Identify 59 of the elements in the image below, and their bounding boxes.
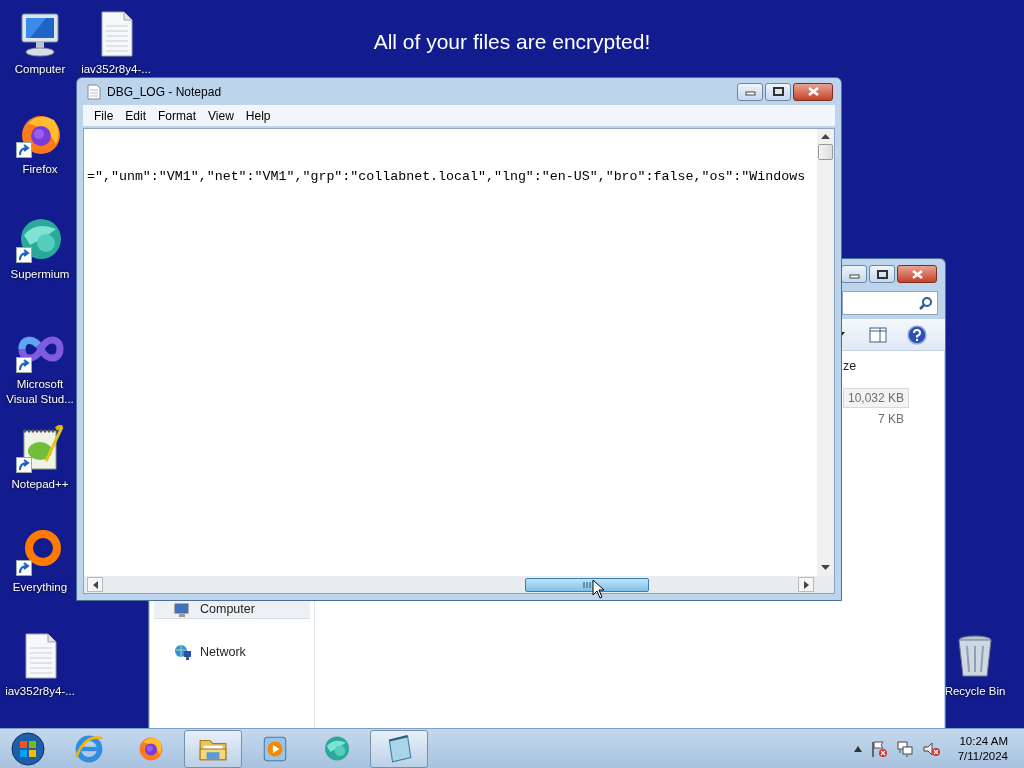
computer-icon — [174, 601, 192, 618]
shortcut-arrow-icon — [16, 142, 32, 158]
menu-item[interactable]: View — [203, 106, 239, 125]
windows-logo-icon — [10, 730, 46, 767]
maximize-button[interactable] — [869, 265, 895, 283]
taskbar-button[interactable] — [184, 729, 242, 768]
shortcut-arrow-icon — [16, 357, 32, 373]
menu-item[interactable]: Help — [240, 106, 276, 125]
network-icon[interactable] — [895, 739, 914, 758]
menu-item[interactable]: File — [89, 106, 119, 125]
clock[interactable]: 10:24 AM 7/11/2024 — [957, 733, 1008, 764]
window-title: DBG_LOG - Notepad — [107, 83, 223, 101]
scroll-thumb[interactable] — [818, 144, 833, 160]
desktop-icon-label[interactable]: Supermium — [10, 267, 70, 282]
desktop-icon-label[interactable]: Everything — [12, 580, 68, 595]
action-center-warning-icon[interactable] — [869, 739, 888, 758]
ransom-message: All of your files are encrypted! — [373, 30, 651, 53]
desktop-icon-label[interactable]: iav352r8y4-... — [5, 684, 75, 699]
search-field[interactable] — [842, 291, 938, 315]
help-icon[interactable] — [907, 324, 927, 345]
close-button[interactable] — [897, 265, 937, 283]
menu-item[interactable]: Edit — [120, 106, 152, 125]
desktop-icon-label[interactable]: Computer — [14, 62, 66, 77]
shortcut-arrow-icon — [16, 560, 32, 576]
search-icon[interactable] — [919, 296, 933, 310]
close-icon — [806, 86, 820, 97]
close-button[interactable] — [793, 82, 833, 101]
scroll-right-icon[interactable] — [803, 580, 809, 589]
size-cell-text: 7 KB — [877, 410, 905, 428]
desktop-icon-label[interactable]: Recycle Bin — [944, 684, 1006, 699]
notepad-icon — [87, 83, 101, 100]
menu-item[interactable]: Format — [153, 106, 202, 125]
nav-item[interactable]: Network — [154, 643, 310, 661]
desktop-icon-label[interactable]: Notepad++ — [11, 477, 69, 492]
network-icon — [174, 644, 192, 660]
maximize-button[interactable] — [765, 82, 791, 101]
scroll-left-icon[interactable] — [92, 580, 98, 589]
vertical-scrollbar[interactable] — [817, 129, 834, 576]
globe-icon — [74, 733, 104, 764]
show-hidden-icons-icon[interactable] — [853, 745, 862, 752]
close-icon — [910, 268, 924, 280]
desktop-icon-label[interactable]: Firefox — [22, 162, 58, 177]
column-header[interactable]: ze — [843, 357, 944, 376]
shortcut-arrow-icon — [16, 457, 32, 473]
size-cell: 10,032 KB — [843, 387, 909, 408]
taskbar-button[interactable] — [370, 729, 428, 768]
nav-item[interactable]: Computer — [154, 601, 310, 619]
maximize-icon — [771, 86, 785, 97]
preview-pane-icon[interactable] — [869, 326, 887, 343]
desktop-icon-label[interactable]: iav352r8y4-... — [81, 62, 151, 77]
horizontal-scrollbar[interactable] — [84, 576, 834, 593]
minimize-button[interactable] — [841, 265, 867, 283]
shortcut-arrow-icon — [16, 247, 32, 263]
desktop-icon-label[interactable]: Microsoft Visual Stud... — [0, 377, 80, 407]
scroll-thumb[interactable] — [525, 577, 649, 592]
grip-icon — [583, 580, 591, 589]
scroll-up-icon[interactable] — [821, 134, 830, 140]
maximize-icon — [875, 268, 889, 280]
scroll-down-icon[interactable] — [821, 565, 830, 571]
